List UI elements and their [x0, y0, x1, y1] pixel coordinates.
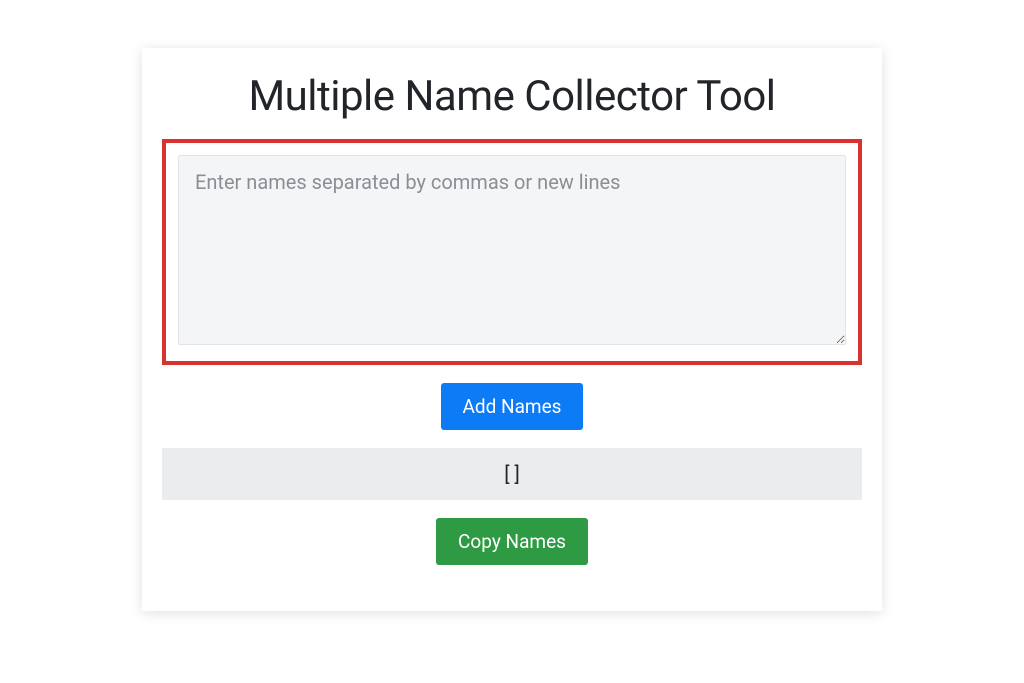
- add-names-button[interactable]: Add Names: [441, 383, 584, 430]
- tool-card: Multiple Name Collector Tool Add Names […: [142, 48, 882, 611]
- copy-button-row: Copy Names: [162, 518, 862, 565]
- output-display: [ ]: [162, 448, 862, 500]
- page-title: Multiple Name Collector Tool: [162, 72, 862, 121]
- names-input[interactable]: [178, 155, 846, 345]
- copy-names-button[interactable]: Copy Names: [436, 518, 588, 565]
- textarea-highlight-border: [162, 139, 862, 365]
- add-button-row: Add Names: [162, 383, 862, 430]
